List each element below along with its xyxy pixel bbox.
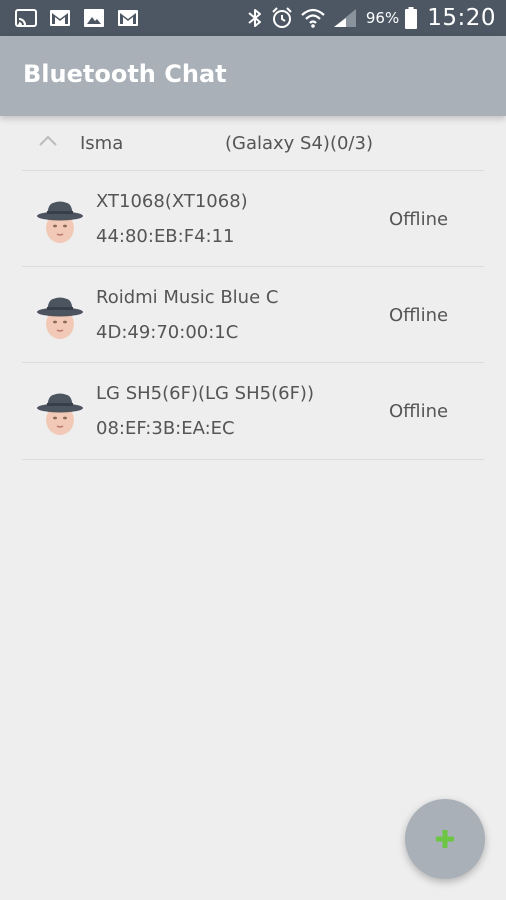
incognito-avatar-icon bbox=[37, 201, 83, 243]
battery-icon bbox=[405, 7, 418, 29]
device-name: LG SH5(6F)(LG SH5(6F)) bbox=[96, 383, 314, 404]
incognito-avatar-icon bbox=[37, 297, 83, 339]
chevron-up-icon[interactable] bbox=[38, 134, 58, 148]
incognito-avatar-icon bbox=[37, 393, 83, 435]
cast-icon bbox=[15, 9, 37, 27]
group-name: Isma bbox=[80, 133, 124, 154]
device-name: XT1068(XT1068) bbox=[96, 191, 248, 212]
battery-percent: 96% bbox=[365, 9, 400, 27]
device-address: 08:EF:3B:EA:EC bbox=[96, 418, 235, 439]
divider bbox=[22, 459, 484, 460]
wifi-icon bbox=[301, 8, 325, 28]
group-header[interactable]: Isma (Galaxy S4)(0/3) bbox=[22, 120, 484, 170]
app-bar: Bluetooth Chat bbox=[0, 36, 506, 116]
status-bar: 96% 15:20 bbox=[0, 0, 506, 36]
device-row[interactable]: LG SH5(6F)(LG SH5(6F)) 08:EF:3B:EA:EC Of… bbox=[22, 363, 484, 459]
plus-icon bbox=[436, 830, 454, 848]
device-status: Offline bbox=[389, 209, 449, 230]
device-address: 44:80:EB:F4:11 bbox=[96, 226, 235, 247]
group-info: (Galaxy S4)(0/3) bbox=[225, 133, 373, 154]
device-row[interactable]: XT1068(XT1068) 44:80:EB:F4:11 Offline bbox=[22, 171, 484, 267]
add-device-fab-button[interactable] bbox=[405, 799, 485, 879]
alarm-icon bbox=[272, 7, 292, 28]
gallery-icon bbox=[84, 9, 104, 27]
device-status: Offline bbox=[389, 401, 449, 422]
gmail-icon bbox=[118, 10, 138, 26]
device-name: Roidmi Music Blue C bbox=[96, 287, 279, 308]
gmail-icon bbox=[50, 10, 70, 26]
device-row[interactable]: Roidmi Music Blue C 4D:49:70:00:1C Offli… bbox=[22, 267, 484, 363]
bluetooth-icon bbox=[248, 9, 261, 27]
app-title: Bluetooth Chat bbox=[23, 60, 227, 88]
screen: 96% 15:20 Bluetooth Chat Isma (Galaxy S4… bbox=[0, 0, 506, 900]
device-status: Offline bbox=[389, 305, 449, 326]
device-address: 4D:49:70:00:1C bbox=[96, 322, 239, 343]
signal-icon bbox=[333, 9, 356, 27]
notification-icons bbox=[14, 6, 140, 30]
system-icons: 96% 15:20 bbox=[246, 0, 496, 36]
clock: 15:20 bbox=[427, 5, 496, 31]
